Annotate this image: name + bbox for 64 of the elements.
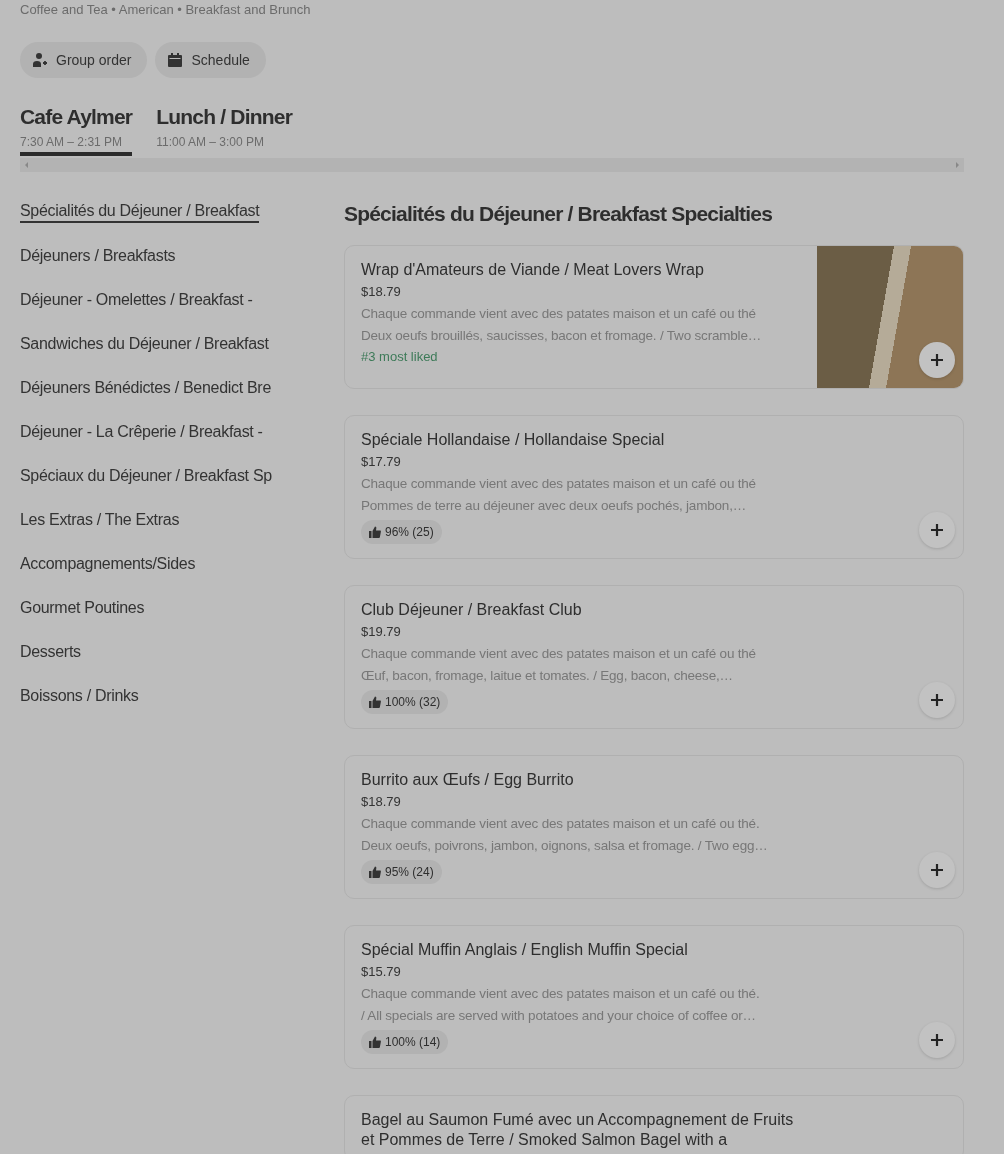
thumbs-up-icon xyxy=(369,866,381,878)
item-description: Chaque commande vient avec des patates maison et un café ou thé. xyxy=(361,815,761,833)
item-description: Chaque commande vient avec des patates maison et un café ou thé xyxy=(361,475,757,493)
category-link[interactable]: Desserts xyxy=(20,640,81,664)
calendar-icon xyxy=(167,52,184,68)
rating-badge: 100% (32) xyxy=(361,690,449,714)
menu-item-card[interactable]: Burrito aux Œufs / Egg Burrito $18.79 Chaque commande vient avec des patates maison et un café ou thé. Deux oeufs, poivrons, jambon, oignons, salsa et fromage. / Two egg… 95% (24) xyxy=(344,755,964,899)
category-link[interactable]: Déjeuners Bénédictes / Benedict Bre xyxy=(20,376,271,400)
group-order-button[interactable]: Group order xyxy=(20,42,148,78)
rating-badge: 95% (24) xyxy=(361,860,442,884)
category-link[interactable]: Les Extras / The Extras xyxy=(20,508,180,532)
add-person-icon xyxy=(32,52,48,68)
item-name: Spéciale Hollandaise / Hollandaise Special xyxy=(361,430,666,450)
item-name: Bagel au Saumon Fumé avec un Accompagnement de Fruits et Pommes de Terre / Smoked Salmon Bagel with a xyxy=(361,1110,795,1150)
menu-item-card[interactable]: Spécial Muffin Anglais / English Muffin Special $15.79 Chaque commande vient avec des patates maison et un café ou thé. / All specials are served with potatoes and your choice of coffee or… 100% (14) xyxy=(344,925,964,1069)
cuisine-categories: Coffee and Tea • American • Breakfast and Brunch xyxy=(20,1,312,19)
category-link[interactable]: Accompagnements/Sides xyxy=(20,552,196,576)
menu-item-card[interactable]: Wrap d'Amateurs de Viande / Meat Lovers Wrap $18.79 Chaque commande vient avec des patates maison et un café ou thé Deux oeufs brouillés, saucisses, bacon et fromage. / Two scramble… #3 most liked xyxy=(344,245,964,389)
item-description: Œuf, bacon, fromage, laitue et tomates. / Egg, bacon, cheese,… xyxy=(361,667,734,685)
item-description: Pommes de terre au déjeuner avec deux oeufs pochés, jambon,… xyxy=(361,497,747,515)
category-link[interactable]: Spécialités du Déjeuner / Breakfast xyxy=(20,201,260,223)
item-name: Spécial Muffin Anglais / English Muffin Special xyxy=(361,940,689,960)
item-name: Club Déjeuner / Breakfast Club xyxy=(361,600,583,620)
plus-icon xyxy=(930,1033,944,1047)
thumbs-up-icon xyxy=(369,526,381,538)
item-price: $18.79 xyxy=(361,793,402,811)
plus-icon xyxy=(930,863,944,877)
plus-icon xyxy=(930,523,944,537)
rating-badge: 96% (25) xyxy=(361,520,442,544)
item-price: $17.79 xyxy=(361,453,402,471)
item-description: Chaque commande vient avec des patates maison et un café ou thé xyxy=(361,645,757,663)
category-link[interactable]: Déjeuners / Breakfasts xyxy=(20,244,176,268)
item-price: $18.79 xyxy=(361,283,402,301)
item-name: Burrito aux Œufs / Egg Burrito xyxy=(361,770,575,790)
category-link[interactable]: Sandwiches du Déjeuner / Breakfast xyxy=(20,332,269,356)
add-button[interactable] xyxy=(919,852,955,888)
category-link[interactable]: Boissons / Drinks xyxy=(20,684,139,708)
item-price: $15.79 xyxy=(361,963,402,981)
add-button[interactable] xyxy=(919,512,955,548)
add-button[interactable] xyxy=(919,1022,955,1058)
category-link[interactable]: Gourmet Poutines xyxy=(20,596,145,620)
item-description: Deux oeufs, poivrons, jambon, oignons, salsa et fromage. / Two egg… xyxy=(361,837,769,855)
thumbs-up-icon xyxy=(369,1036,381,1048)
popularity-label: #3 most liked xyxy=(361,348,439,366)
category-link[interactable]: Spéciaux du Déjeuner / Breakfast Sp xyxy=(20,464,272,488)
menu-item-card[interactable]: Club Déjeuner / Breakfast Club $19.79 Chaque commande vient avec des patates maison et un café ou thé Œuf, bacon, fromage, laitue et tomates. / Egg, bacon, cheese,… 100% (32) xyxy=(344,585,964,729)
item-name: Wrap d'Amateurs de Viande / Meat Lovers Wrap xyxy=(361,260,705,280)
add-button[interactable] xyxy=(919,682,955,718)
category-link[interactable]: Déjeuner - La Crêperie / Breakfast - xyxy=(20,420,263,444)
item-description: / All specials are served with potatoes and your choice of coffee or… xyxy=(361,1007,757,1025)
rating-badge: 100% (14) xyxy=(361,1030,449,1054)
menu-item-card[interactable]: Bagel au Saumon Fumé avec un Accompagnement de Fruits et Pommes de Terre / Smoked Salmon Bagel with a xyxy=(344,1095,964,1154)
item-description: Chaque commande vient avec des patates maison et un café ou thé. xyxy=(361,985,761,1003)
schedule-button[interactable]: Schedule xyxy=(155,42,266,78)
menu-item-card[interactable]: Spéciale Hollandaise / Hollandaise Special $17.79 Chaque commande vient avec des patates maison et un café ou thé Pommes de terre au déjeuner avec deux oeufs pochés, jambon,… 96% (25) xyxy=(344,415,964,559)
menu-tab[interactable]: Lunch / Dinner 11:00 AM – 3:00 PM xyxy=(156,102,292,156)
category-link[interactable]: Déjeuner - Omelettes / Breakfast - xyxy=(20,288,253,312)
section-title: Spécialités du Déjeuner / Breakfast Specialties xyxy=(344,201,774,227)
item-price: $19.79 xyxy=(361,623,402,641)
thumbs-up-icon xyxy=(369,696,381,708)
item-description: Deux oeufs brouillés, saucisses, bacon et fromage. / Two scramble… xyxy=(361,327,762,345)
item-description: Chaque commande vient avec des patates maison et un café ou thé xyxy=(361,305,757,323)
plus-icon xyxy=(930,353,944,367)
plus-icon xyxy=(930,693,944,707)
